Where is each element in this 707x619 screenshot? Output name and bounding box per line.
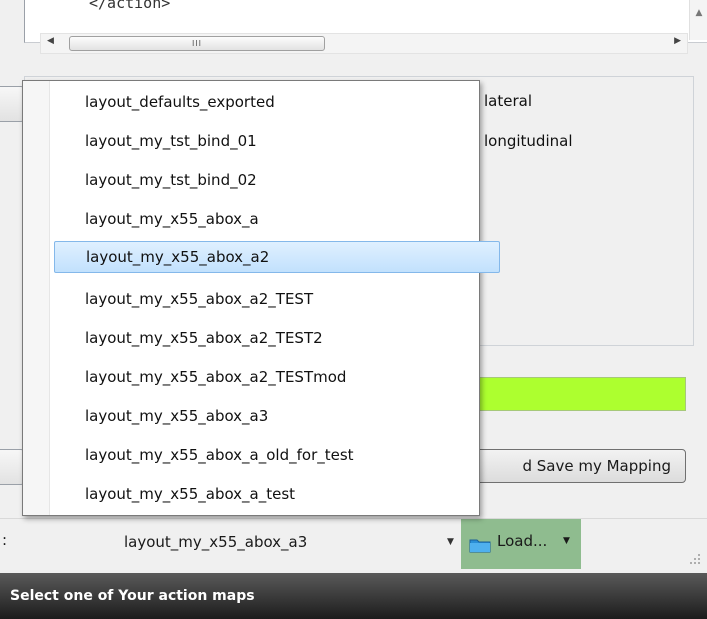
scrollbar-thumb[interactable]: III [69,36,325,51]
xml-text-line: </action> [89,0,171,12]
lateral-label: lateral [484,92,532,110]
list-item[interactable]: layout_defaults_exported [85,87,471,117]
scroll-right-arrow-icon[interactable]: ▶ [674,36,681,46]
list-item[interactable]: layout_my_x55_abox_a2_TEST2 [85,323,471,353]
combo-caption: : [2,531,8,549]
folder-icon [469,539,491,553]
chevron-down-icon[interactable]: ▼ [563,536,570,546]
longitudinal-label: longitudinal [484,132,573,150]
combo-selected-value: layout_my_x55_abox_a3 [124,533,308,551]
list-item[interactable]: layout_my_x55_abox_a_test [85,479,471,509]
list-item-highlighted[interactable]: layout_my_x55_abox_a2 [54,241,500,273]
layout-combobox[interactable]: layout_my_x55_abox_a3 ▼ [108,527,458,559]
status-bar: Select one of Your action maps [0,573,707,619]
load-button[interactable]: Load... ▼ [461,519,581,569]
dropdown-gutter [23,81,50,515]
load-button-label: Load... [497,532,548,550]
bottom-toolbar: : layout_my_x55_abox_a3 ▼ Load... ▼ [0,518,707,569]
list-item[interactable]: layout_my_x55_abox_a2_TEST [85,284,471,314]
scroll-up-arrow-icon[interactable]: ▲ [689,0,707,40]
horizontal-scrollbar[interactable]: ◀ III ▶ [40,33,688,54]
list-item[interactable]: layout_my_x55_abox_a_old_for_test [85,440,471,470]
save-mapping-button[interactable]: d Save my Mapping [450,449,686,483]
scroll-left-arrow-icon[interactable]: ◀ [47,36,54,46]
resize-grip-icon[interactable] [687,551,701,565]
list-item[interactable]: layout_my_x55_abox_a2_TESTmod [85,362,471,392]
list-item[interactable]: layout_my_x55_abox_a3 [85,401,471,431]
mapping-name-field[interactable]: a3 [452,377,686,411]
chevron-down-icon[interactable]: ▼ [447,537,454,547]
list-item[interactable]: layout_my_tst_bind_01 [85,126,471,156]
list-item[interactable]: layout_my_x55_abox_a [85,204,471,234]
list-item[interactable]: layout_my_tst_bind_02 [85,165,471,195]
layout-dropdown-list[interactable]: layout_defaults_exported layout_my_tst_b… [22,80,500,516]
